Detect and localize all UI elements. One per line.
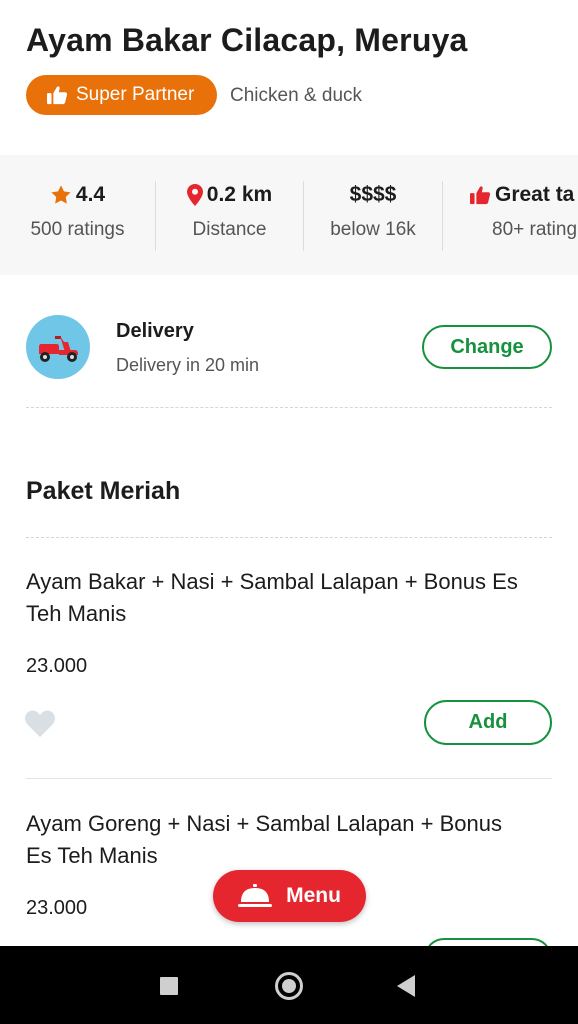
system-navigation-bar: [0, 946, 578, 1024]
recent-apps-icon[interactable]: [160, 977, 178, 995]
star-icon: [51, 185, 71, 204]
menu-item-price: 23.000: [26, 897, 88, 919]
change-delivery-button[interactable]: Change: [422, 325, 552, 369]
delivery-title: Delivery: [116, 320, 194, 342]
restaurant-category: Chicken & duck: [230, 85, 363, 106]
stat-rating[interactable]: 4.4 500 ratings: [0, 155, 155, 275]
rating-count: 500 ratings: [30, 219, 125, 240]
taste-value: Great ta: [495, 183, 575, 206]
delivery-time: Delivery in 20 min: [116, 355, 260, 375]
stats-bar[interactable]: 4.4 500 ratings 0.2 km Distance $$$$ bel…: [0, 155, 578, 275]
scooter-icon: [26, 315, 90, 379]
rating-value: 4.4: [75, 183, 106, 206]
add-button[interactable]: Add: [424, 700, 552, 745]
back-icon[interactable]: [397, 975, 415, 997]
menu-item-price: 23.000: [26, 655, 88, 677]
stat-taste[interactable]: Great ta 80+ rating: [443, 155, 578, 275]
taste-ratings: 80+ rating: [492, 219, 578, 240]
restaurant-name: Ayam Bakar Cilacap, Meruya: [26, 22, 468, 58]
location-pin-icon: [186, 184, 203, 206]
menu-button-label: Menu: [286, 884, 341, 907]
dashed-divider: [26, 407, 552, 408]
dashed-divider: [26, 537, 552, 538]
super-partner-badge: Super Partner: [26, 75, 217, 115]
thumbs-up-icon: [47, 86, 68, 105]
cloche-icon: [238, 884, 273, 907]
menu-item-name[interactable]: Ayam Bakar + Nasi + Sambal Lalapan + Bon…: [26, 566, 526, 630]
price-range: below 16k: [330, 219, 416, 240]
menu-item-name[interactable]: Ayam Goreng + Nasi + Sambal Lalapan + Bo…: [26, 808, 526, 872]
item-divider: [26, 778, 552, 779]
home-icon[interactable]: [275, 972, 303, 1000]
favorite-heart-icon[interactable]: [24, 708, 56, 743]
badge-label: Super Partner: [76, 84, 195, 105]
restaurant-page: Ayam Bakar Cilacap, Meruya Super Partner…: [0, 0, 578, 1024]
restaurant-header: Ayam Bakar Cilacap, Meruya Super Partner…: [0, 0, 578, 155]
section-title: Paket Meriah: [26, 477, 181, 505]
thumbs-up-icon: [470, 186, 491, 205]
delivery-section: Delivery Delivery in 20 min Change: [0, 295, 578, 405]
distance-value: 0.2 km: [206, 183, 273, 206]
stat-distance: 0.2 km Distance: [156, 155, 303, 275]
price-level: $$$$: [349, 183, 397, 206]
stat-price: $$$$ below 16k: [304, 155, 442, 275]
distance-label: Distance: [192, 219, 267, 240]
menu-button[interactable]: Menu: [213, 870, 366, 922]
